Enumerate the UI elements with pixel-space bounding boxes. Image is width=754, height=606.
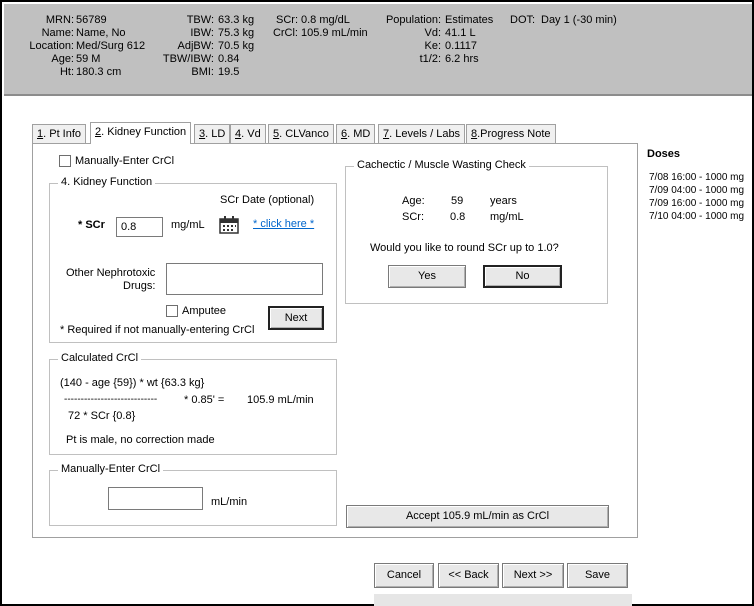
name-label: Name: <box>41 27 74 39</box>
crcl-formula-denominator: 72 * SCr {0.8} <box>68 410 136 422</box>
scr-header-value: 0.8 mg/dL <box>301 14 350 26</box>
kidney-function-group: 4. Kidney Function * SCr mg/mL SCr Date … <box>49 176 337 343</box>
tab-vd[interactable]: 4. Vd <box>230 124 266 143</box>
manual-crcl-input[interactable] <box>108 487 203 510</box>
height-label: Ht: <box>59 66 74 78</box>
age-value: 59 M <box>76 53 101 65</box>
dose-item: 7/09 04:00 - 1000 mg <box>649 185 745 196</box>
save-button[interactable]: Save <box>567 563 628 588</box>
tbw-ibw-label: TBW/IBW: <box>162 53 214 65</box>
age-label: Age: <box>51 53 74 65</box>
cachectic-age-unit: years <box>490 195 517 207</box>
app-window: MRN: 56789 Name: Name, No Location: Med/… <box>0 0 754 606</box>
dot-value: Day 1 (-30 min) <box>541 14 617 26</box>
name-value: Name, No <box>76 27 126 39</box>
dose-item: 7/08 16:00 - 1000 mg <box>649 172 745 183</box>
scr-input[interactable] <box>116 217 163 237</box>
next-button[interactable]: Next >> <box>502 563 564 588</box>
round-scr-yes-button[interactable]: Yes <box>388 265 466 288</box>
ibw-label: IBW: <box>190 27 214 39</box>
kidney-function-panel: Manually-Enter CrCl 4. Kidney Function *… <box>32 143 638 538</box>
amputee-checkbox[interactable] <box>166 305 178 317</box>
dose-item: 7/09 16:00 - 1000 mg <box>649 198 745 209</box>
calculated-crcl-group-title: Calculated CrCl <box>58 352 142 364</box>
tab-progress-note[interactable]: 8.Progress Note <box>466 124 556 143</box>
tbw-label: TBW: <box>186 14 214 26</box>
manual-crcl-checkbox-label: Manually-Enter CrCl <box>75 155 175 167</box>
crcl-formula-numerator: (140 - age {59}) * wt {63.3 kg} <box>60 377 205 389</box>
bottom-status-strip <box>374 594 632 606</box>
crcl-formula-factor: * 0.85' = <box>184 394 225 406</box>
manual-crcl-group-title: Manually-Enter CrCl <box>58 463 164 475</box>
round-scr-no-button[interactable]: No <box>483 265 562 288</box>
bmi-label: BMI: <box>191 66 214 78</box>
crcl-header-label: CrCl: <box>272 27 298 39</box>
vd-value: 41.1 L <box>445 27 476 39</box>
vd-label: Vd: <box>424 27 441 39</box>
doses-title: Doses <box>647 148 681 160</box>
crcl-header-value: 105.9 mL/min <box>301 27 368 39</box>
crcl-formula-divider: ---------------------------- <box>64 394 158 405</box>
crcl-correction-note: Pt is male, no correction made <box>66 434 215 446</box>
half-life-value: 6.2 hrs <box>445 53 479 65</box>
tab-kidney-function[interactable]: 2. Kidney Function <box>90 122 192 144</box>
nephrotoxic-drugs-input[interactable] <box>166 263 323 295</box>
ke-value: 0.1117 <box>445 40 478 52</box>
kidney-function-group-title: 4. Kidney Function <box>58 176 156 188</box>
half-life-label: t1/2: <box>419 53 441 65</box>
manual-crcl-unit: mL/min <box>211 496 248 508</box>
cachectic-check-group-title: Cachectic / Muscle Wasting Check <box>354 159 529 171</box>
dose-item: 7/10 04:00 - 1000 mg <box>649 211 745 222</box>
required-note: * Required if not manually-entering CrCl <box>60 324 255 336</box>
ke-label: Ke: <box>424 40 441 52</box>
scr-unit: mg/mL <box>171 219 205 231</box>
tab-pt-info[interactable]: 1. Pt Info <box>32 124 87 143</box>
cachectic-scr-value: 0.8 <box>450 211 466 223</box>
nephrotoxic-label-1: Other Nephrotoxic <box>66 267 156 279</box>
cachectic-scr-unit: mg/mL <box>490 211 524 223</box>
tab-md[interactable]: 6. MD <box>336 124 376 143</box>
tbw-ibw-value: 0.84 <box>218 53 240 65</box>
tab-ld[interactable]: 3. LD <box>194 124 231 143</box>
scr-date-label: SCr Date (optional) <box>220 194 315 206</box>
accept-crcl-button[interactable]: Accept 105.9 mL/min as CrCl <box>346 505 609 528</box>
cancel-button[interactable]: Cancel <box>374 563 434 588</box>
cachectic-check-group: Cachectic / Muscle Wasting Check Age: 59… <box>345 159 608 304</box>
population-value: Estimates <box>445 14 494 26</box>
manual-crcl-group: Manually-Enter CrCl mL/min <box>49 463 337 526</box>
adjbw-label: AdjBW: <box>177 40 214 52</box>
population-label: Population: <box>385 14 441 26</box>
dot-label: DOT: <box>510 14 536 26</box>
tab-clvanco[interactable]: 5. CLVanco <box>268 124 334 143</box>
patient-summary-header: MRN: 56789 Name: Name, No Location: Med/… <box>4 4 752 96</box>
scr-date-link[interactable]: * click here * <box>253 218 314 230</box>
round-scr-question: Would you like to round SCr up to 1.0? <box>370 242 559 254</box>
scr-header-label: SCr: <box>276 14 298 26</box>
bmi-value: 19.5 <box>218 66 240 78</box>
crcl-formula-result: 105.9 mL/min <box>247 394 314 406</box>
next-scr-button[interactable]: Next <box>268 306 324 330</box>
calendar-icon[interactable] <box>219 216 239 237</box>
calculated-crcl-group: Calculated CrCl (140 - age {59}) * wt {6… <box>49 352 337 455</box>
adjbw-value: 70.5 kg <box>218 40 255 52</box>
amputee-label: Amputee <box>182 305 227 317</box>
nephrotoxic-label-2: Drugs: <box>123 280 156 292</box>
mrn-label: MRN: <box>45 14 74 26</box>
cachectic-age-value: 59 <box>451 195 464 207</box>
location-label: Location: <box>29 40 74 52</box>
cachectic-scr-label: SCr: <box>402 211 424 223</box>
ibw-value: 75.3 kg <box>218 27 255 39</box>
manual-crcl-checkbox[interactable] <box>59 155 71 167</box>
height-value: 180.3 cm <box>76 66 122 78</box>
location-value: Med/Surg 612 <box>76 40 146 52</box>
mrn-value: 56789 <box>76 14 107 26</box>
tab-levels-labs[interactable]: 7. Levels / Labs <box>378 124 466 143</box>
scr-label: * SCr <box>78 219 105 231</box>
cachectic-age-label: Age: <box>402 195 425 207</box>
tbw-value: 63.3 kg <box>218 14 255 26</box>
back-button[interactable]: << Back <box>438 563 499 588</box>
